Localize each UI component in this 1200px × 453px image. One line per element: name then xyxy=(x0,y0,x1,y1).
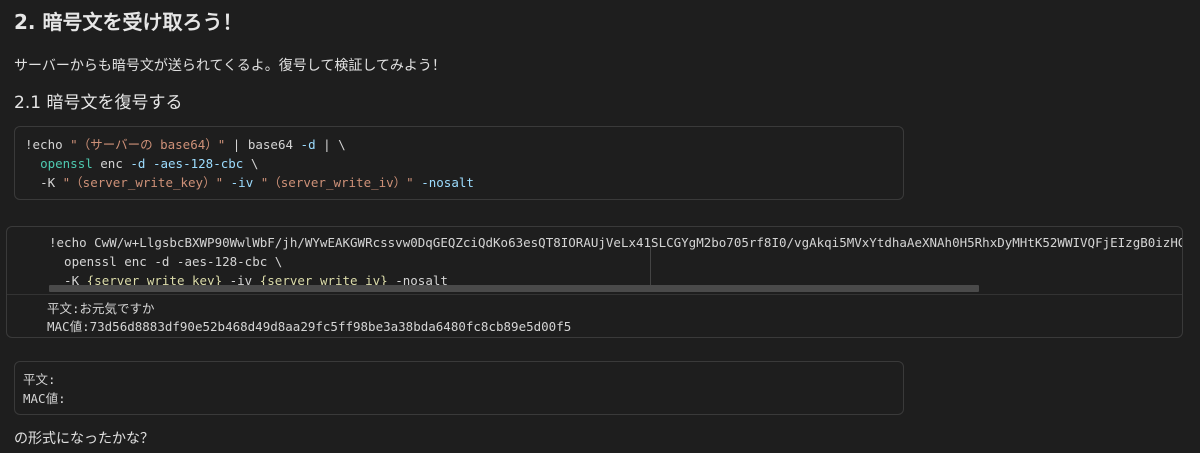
expected-mac-label: MAC値: xyxy=(23,391,66,406)
subsection-heading: 2.1 暗号文を復号する xyxy=(14,93,183,113)
expected-plaintext-label: 平文: xyxy=(23,372,56,387)
horizontal-scrollbar[interactable] xyxy=(49,285,979,292)
code-line2-rest: \ xyxy=(243,156,259,171)
code-bang-echo: !echo xyxy=(25,137,63,152)
code-string-write-iv: "（server_write_iv）" xyxy=(253,175,414,190)
output-mac: MAC値:73d56d8883df90e52b468d49d8aa29fc5ff… xyxy=(47,319,572,334)
code-string-write-key: "（server_write_key）" xyxy=(55,175,224,190)
notebook-cell[interactable]: !echo CwW/w+LlgsbcBXWP90WwlWbF/jh/WYwEAK… xyxy=(6,226,1183,338)
code-flag-decrypt: -d xyxy=(130,156,146,171)
command-template-block[interactable]: !echo "（サーバーの base64）" | base64 -d | \ o… xyxy=(14,126,904,200)
code-line1-rest: | \ xyxy=(315,137,346,152)
output-plaintext: 平文:お元気ですか xyxy=(47,301,155,316)
code-string-server-base64: "（サーバーの base64）" xyxy=(62,137,226,152)
cell-output-divider xyxy=(7,294,1182,295)
code-openssl: openssl xyxy=(40,156,93,171)
code-enc: enc xyxy=(92,156,131,171)
code-flag-key: -K xyxy=(40,175,56,190)
section-heading: 2. 暗号文を受け取ろう！ xyxy=(14,10,243,34)
code-flag-nosalt: -nosalt xyxy=(421,175,474,190)
code-flag-d: -d xyxy=(300,137,316,152)
code-pipe-base64: | base64 xyxy=(225,137,301,152)
intro-text: サーバーからも暗号文が送られてくるよ。復号して検証してみよう！ xyxy=(14,58,446,74)
cell-echo-line: !echo CwW/w+LlgsbcBXWP90WwlWbF/jh/WYwEAK… xyxy=(49,235,1182,250)
expected-output-block[interactable]: 平文: MAC値: xyxy=(14,361,904,415)
cell-code-editor[interactable]: !echo CwW/w+LlgsbcBXWP90WwlWbF/jh/WYwEAK… xyxy=(7,227,1182,289)
code-flag-iv: -iv xyxy=(230,175,254,190)
cell-output: 平文:お元気ですか MAC値:73d56d8883df90e52b468d49d… xyxy=(47,300,571,336)
cell-openssl-line: openssl enc -d -aes-128-cbc \ xyxy=(49,254,283,269)
closing-text: の形式になったかな？ xyxy=(14,431,154,447)
code-flag-cipher: -aes-128-cbc xyxy=(152,156,244,171)
